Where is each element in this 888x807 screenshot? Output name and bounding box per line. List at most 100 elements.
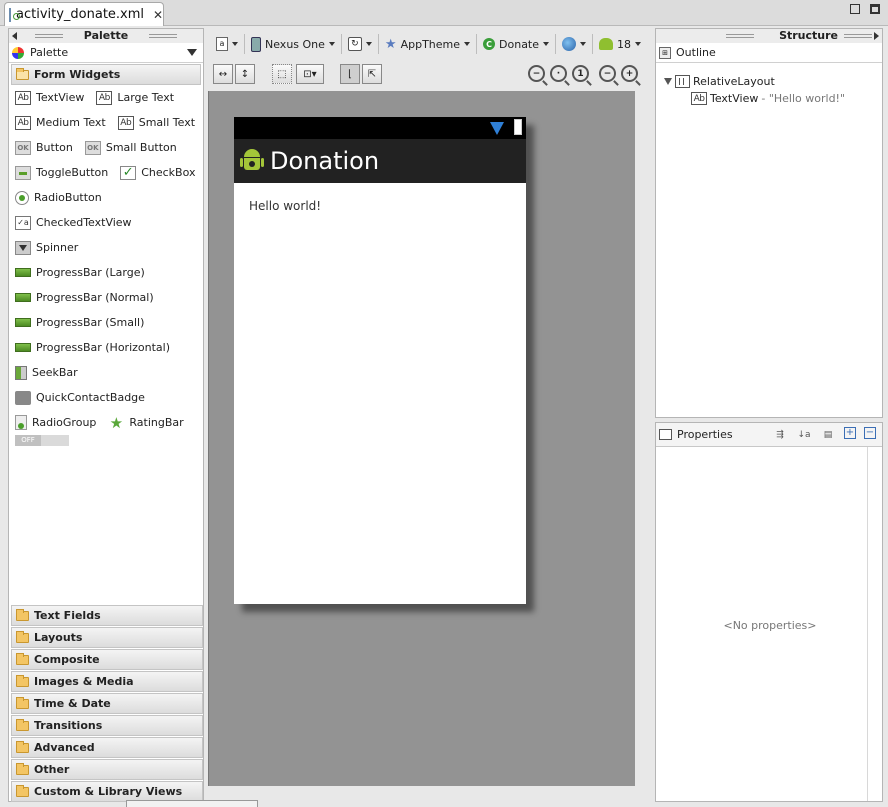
theme-dropdown[interactable]: ★ AppTheme — [385, 37, 471, 52]
tree-node-relativelayout[interactable]: RelativeLayout — [664, 73, 882, 90]
palette-widget[interactable]: ✓ CheckBox — [120, 165, 196, 180]
hello-textview[interactable]: Hello world! — [249, 199, 321, 213]
palette-widget[interactable]: Ab Small Text — [117, 115, 195, 130]
layout-toolbar: a Nexus One ↻ ★ AppTheme C Donate 18 — [210, 30, 654, 58]
progress-icon — [15, 268, 31, 277]
locale-dropdown[interactable] — [562, 37, 587, 51]
palette-widget[interactable]: OK Small Button — [84, 140, 177, 155]
folder-icon — [16, 674, 29, 687]
collapse-all-icon[interactable]: − — [864, 426, 876, 439]
switch-widget[interactable]: OFF — [15, 435, 69, 446]
ab-icon: Ab — [117, 115, 134, 130]
battery-icon — [514, 119, 522, 135]
minimize-icon[interactable] — [850, 4, 860, 14]
palette-widget[interactable]: OK Button — [15, 140, 73, 155]
zoom-real-size-icon[interactable]: · — [550, 65, 567, 82]
category-header[interactable]: Images & Media — [11, 671, 203, 692]
category-label: Advanced — [34, 741, 95, 754]
palette-widget[interactable]: Ab TextView — [15, 90, 84, 105]
category-header[interactable]: Layouts — [11, 627, 203, 648]
gravity-dropdown-icon[interactable]: ⊡▾ — [296, 64, 324, 84]
category-header[interactable]: Custom & Library Views — [11, 781, 203, 802]
category-form-widgets[interactable]: Form Widgets — [11, 64, 201, 85]
category-header[interactable]: Other — [11, 759, 203, 780]
palette-widget[interactable]: ProgressBar (Large) — [15, 266, 145, 279]
divider — [476, 34, 478, 54]
filter-icon[interactable]: ⇶ — [772, 427, 788, 443]
collapse-left-icon[interactable] — [12, 32, 17, 40]
maximize-icon[interactable] — [870, 4, 880, 14]
chevron-down-icon[interactable] — [187, 49, 197, 56]
baseline-icon[interactable]: ⌊ — [340, 64, 360, 84]
palette-mode-dropdown[interactable]: Palette — [9, 43, 203, 63]
collapse-right-icon[interactable] — [874, 32, 879, 40]
palette-widget-label: ProgressBar (Horizontal) — [36, 341, 170, 354]
horizontal-scrollbar[interactable] — [126, 800, 258, 807]
divider — [592, 34, 594, 54]
activity-icon: C — [483, 38, 496, 50]
chevron-down-icon — [464, 42, 471, 46]
close-icon[interactable]: ✕ — [153, 8, 163, 22]
palette-row: Ab Medium Text Ab Small Text — [9, 110, 203, 135]
category-list: Text Fields Layouts Composite Images & Medi… — [9, 604, 205, 802]
category-header[interactable]: Text Fields — [11, 605, 203, 626]
category-header[interactable]: Time & Date — [11, 693, 203, 714]
category-label: Transitions — [34, 719, 103, 732]
config-chooser[interactable]: a — [216, 37, 238, 51]
tree-node-textview[interactable]: Ab TextView - "Hello world!" — [664, 90, 882, 107]
folder-icon — [16, 762, 29, 775]
grip-icon — [726, 34, 754, 38]
checked-text-icon: ✓a — [15, 215, 31, 230]
zoom-100-icon[interactable]: 1 — [572, 65, 589, 82]
relative-layout-icon — [675, 75, 690, 88]
sort-az-icon[interactable]: ↓a — [796, 427, 812, 443]
device-dropdown[interactable]: Nexus One — [251, 36, 335, 52]
zoom-out-icon[interactable]: − — [599, 65, 616, 82]
activity-dropdown[interactable]: C Donate — [483, 38, 550, 51]
zoom-in-icon[interactable]: + — [621, 65, 638, 82]
zoom-fit-icon[interactable]: − — [528, 65, 545, 82]
palette-widget[interactable]: SeekBar — [15, 365, 78, 380]
folder-icon — [16, 740, 29, 753]
tab-activity-donate[interactable]: activity_donate.xml ✕ — [4, 2, 164, 26]
radio-icon — [15, 190, 29, 205]
palette-widget[interactable]: Ab Medium Text — [15, 115, 106, 130]
switch-off-label: OFF — [15, 435, 41, 446]
api-level-dropdown[interactable]: 18 — [599, 38, 642, 51]
palette-panel-header: Palette — [9, 29, 203, 43]
palette-widget[interactable]: ToggleButton — [15, 165, 108, 180]
advanced-icon[interactable]: ▤ — [820, 427, 836, 443]
margins-icon[interactable]: ⬚ — [272, 64, 292, 84]
action-bar: Donation — [234, 139, 526, 183]
palette-widget[interactable]: ✓a CheckedTextView — [15, 215, 132, 230]
category-header[interactable]: Composite — [11, 649, 203, 670]
palette-widget[interactable]: Ab Large Text — [96, 90, 174, 105]
fill-width-icon[interactable]: ↔ — [213, 64, 233, 84]
palette-widget[interactable]: QuickContactBadge — [15, 390, 145, 405]
fill-height-icon[interactable]: ↕ — [235, 64, 255, 84]
palette-row: RadioButton — [9, 185, 203, 210]
divider — [377, 34, 379, 54]
folder-icon — [16, 784, 29, 797]
toggle-icon — [15, 165, 31, 180]
palette-widget[interactable]: ProgressBar (Small) — [15, 316, 144, 329]
palette-widget[interactable]: ProgressBar (Horizontal) — [15, 341, 170, 354]
palette-widget-label: Medium Text — [36, 116, 106, 129]
palette-widget[interactable]: Spinner — [15, 240, 78, 255]
android-logo-icon — [240, 149, 264, 173]
ok-button-icon: OK — [15, 140, 31, 155]
palette-widget[interactable]: ★ RatingBar — [108, 414, 184, 432]
align-icon[interactable]: ⇱ — [362, 64, 382, 84]
palette-widget[interactable]: RadioButton — [15, 190, 102, 205]
device-preview[interactable]: Donation Hello world! — [234, 117, 526, 604]
expand-all-icon[interactable]: + — [844, 426, 856, 439]
palette-widget[interactable]: ProgressBar (Normal) — [15, 291, 154, 304]
category-header[interactable]: Transitions — [11, 715, 203, 736]
palette-widget-label: RadioButton — [34, 191, 102, 204]
palette-widget[interactable]: RadioGroup — [15, 415, 96, 430]
orientation-dropdown[interactable]: ↻ — [347, 37, 372, 51]
category-header[interactable]: Advanced — [11, 737, 203, 758]
category-label: Time & Date — [34, 697, 111, 710]
expand-arrow-icon[interactable] — [664, 78, 672, 85]
progress-icon — [15, 318, 31, 327]
